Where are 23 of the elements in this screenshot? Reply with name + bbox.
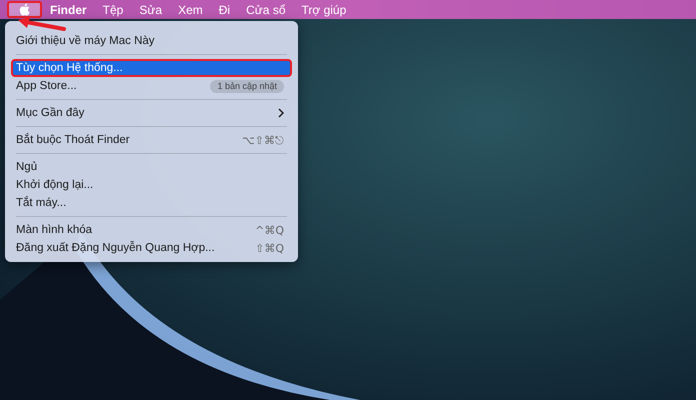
menu-item[interactable]: Bắt buộc Thoát Finder ⌥⇧⌘⎋	[11, 131, 292, 149]
menu-item[interactable]: App Store... 1 bản cập nhật	[11, 77, 292, 95]
menu-bar-item[interactable]: Tệp	[94, 1, 132, 18]
menu-bar-item[interactable]: Xem	[170, 1, 211, 18]
menu-item[interactable]: Màn hình khóa ^⌘Q	[11, 221, 292, 239]
update-badge: 1 bản cập nhật	[210, 80, 284, 92]
keyboard-shortcut: ⌥⇧⌘⎋	[242, 134, 284, 146]
app-menu[interactable]: Finder	[42, 1, 95, 18]
menu-item[interactable]: Đăng xuất Đặng Nguyễn Quang Hợp... ⇧⌘Q	[11, 239, 292, 257]
menu-item[interactable]: Khởi động lại...	[11, 176, 292, 194]
annotation-arrow	[16, 17, 66, 31]
menu-item[interactable]: Giới thiệu về máy Mac Này	[11, 32, 292, 50]
menu-item[interactable]: Tùy chọn Hệ thống...	[11, 59, 292, 77]
menu-bar-item[interactable]: Cửa sổ	[238, 1, 294, 18]
keyboard-shortcut: ⇧⌘Q	[255, 242, 284, 254]
apple-logo-icon[interactable]	[7, 1, 42, 18]
keyboard-shortcut: ^⌘Q	[255, 224, 284, 236]
menu-item[interactable]: Tắt máy...	[11, 194, 292, 212]
menu-item[interactable]: Mục Gần đây	[11, 104, 292, 122]
menu-bar-item[interactable]: Trợ giúp	[294, 1, 354, 18]
menu-item[interactable]: Ngủ	[11, 158, 292, 176]
menu-bar-item[interactable]: Sửa	[131, 1, 170, 18]
menu-bar-item[interactable]: Đi	[210, 1, 238, 18]
